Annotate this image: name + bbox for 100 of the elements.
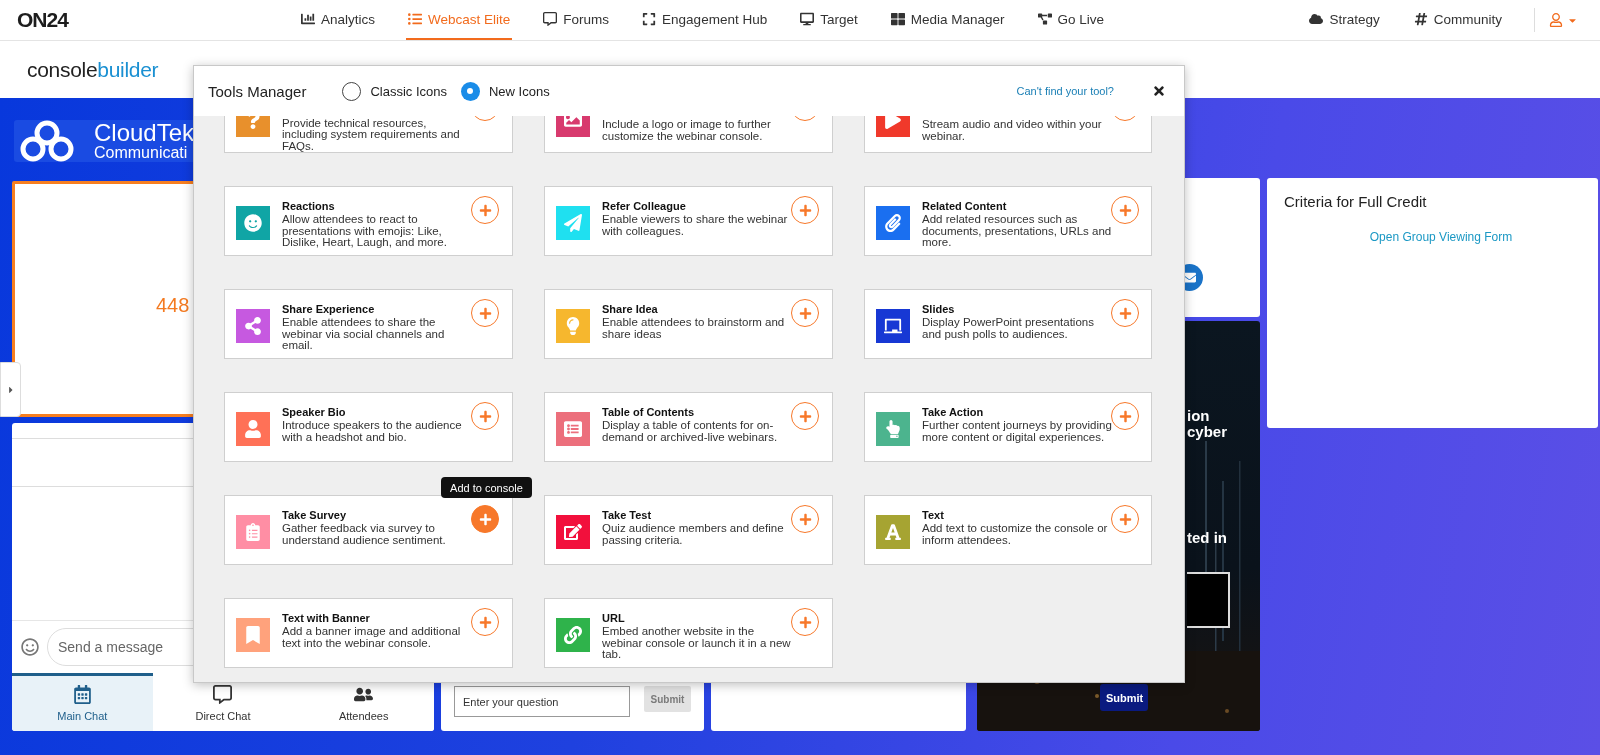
- tool-description: Enable attendees to share the webinar via social channels and email.: [282, 317, 446, 352]
- dialog-title: Tools Manager: [208, 82, 307, 100]
- tool-title: Text with Banner: [282, 611, 371, 625]
- tool-title: Related Content: [922, 199, 1008, 213]
- chart-icon: [301, 12, 315, 26]
- plus-icon: [798, 615, 812, 629]
- tool-title: Slides: [922, 302, 956, 316]
- tool-title: Text: [922, 508, 945, 522]
- tool-description: Stream audio and video within your webinar.: [922, 119, 1103, 142]
- nav-tab[interactable]: Analytics: [299, 0, 378, 40]
- nav-tab[interactable]: Target: [798, 0, 860, 40]
- add-button[interactable]: [1111, 299, 1139, 327]
- add-button[interactable]: [471, 299, 499, 327]
- input-field[interactable]: [1187, 572, 1230, 628]
- tool-description: Allow attendees to react to presentations with emojis: Like, Dislike, Heart, Laugh, and more.: [282, 214, 448, 249]
- counter-value: 448: [156, 293, 190, 317]
- plus-icon: [1118, 203, 1132, 217]
- tool-description: Display PowerPoint presentations and push polls to audiences.: [922, 317, 1095, 340]
- tool-description: Display a table of contents for on-demand or archived-live webinars.: [602, 420, 779, 443]
- nav-link[interactable]: Community: [1411, 0, 1504, 40]
- tool-title: URL: [602, 611, 626, 625]
- add-button[interactable]: [791, 196, 819, 224]
- add-button[interactable]: [791, 402, 819, 430]
- add-button[interactable]: [791, 608, 819, 636]
- add-button[interactable]: [791, 299, 819, 327]
- tool-title: Take Survey: [282, 508, 347, 522]
- promo-headline: ion: [1187, 408, 1210, 424]
- grid-icon: [890, 12, 905, 26]
- tooltip: Add to console: [441, 477, 532, 498]
- people-icon: [354, 685, 374, 704]
- comment-icon: [213, 685, 233, 704]
- tool-description: Add text to customize the console or inform attendees.: [922, 523, 1109, 546]
- tool-description: Enable viewers to share the webinar with colleagues.: [602, 214, 789, 237]
- user-menu-button[interactable]: [1534, 8, 1578, 32]
- radio-button[interactable]: [460, 81, 480, 101]
- plus-icon: [798, 203, 812, 217]
- radio-button[interactable]: [342, 81, 362, 101]
- tool-description: Introduce speakers to the audience with a headshot and bio.: [282, 420, 463, 443]
- close-button[interactable]: [1152, 84, 1166, 98]
- tool-title: Speaker Bio: [282, 405, 347, 419]
- hash-icon: [1413, 12, 1428, 26]
- add-button[interactable]: [1111, 402, 1139, 430]
- tool-description: Add related resources such as documents, presentations, URLs and more.: [922, 214, 1112, 249]
- add-button[interactable]: [791, 505, 819, 533]
- chat-tab[interactable]: Main Chat: [12, 673, 153, 731]
- add-button[interactable]: [1111, 196, 1139, 224]
- tool-title: Share Idea: [602, 302, 659, 316]
- list-icon: [408, 12, 423, 26]
- tool-title: Table of Contents: [602, 405, 696, 419]
- tool-description: Embed another website in the webinar console or launch it in a new tab.: [602, 626, 792, 661]
- tool-description: Further content journeys by providing more content or digital experiences.: [922, 420, 1112, 443]
- logo[interactable]: ON24: [17, 0, 299, 40]
- nav-tab[interactable]: Media Manager: [888, 0, 1007, 40]
- plus-icon: [478, 306, 492, 320]
- user-icon: [1549, 13, 1563, 27]
- comment-icon: [543, 12, 558, 26]
- diagram-icon: [1037, 12, 1052, 26]
- company-subtitle: Communicati: [94, 145, 189, 162]
- plus-icon: [1118, 306, 1132, 320]
- add-button[interactable]: [471, 505, 499, 533]
- tool-description: Provide technical resources, including system requirements and FAQs.: [282, 117, 461, 152]
- plus-icon: [1118, 409, 1132, 423]
- panel-title: Criteria for Full Credit: [1284, 193, 1427, 210]
- add-button[interactable]: [1111, 505, 1139, 533]
- help-link[interactable]: Can't find your tool?: [1016, 85, 1114, 97]
- tool-description: Quiz audience members and define passing criteria.: [602, 523, 785, 546]
- nav-link[interactable]: Strategy: [1307, 0, 1382, 40]
- product-logo: consolebuilder: [27, 57, 159, 82]
- company-name: CloudTek: [94, 120, 195, 146]
- nav-tab[interactable]: Forums: [541, 0, 612, 40]
- plus-icon: [798, 512, 812, 526]
- add-button[interactable]: [471, 608, 499, 636]
- plus-icon: [798, 409, 812, 423]
- nav-tab[interactable]: Go Live: [1035, 0, 1107, 40]
- radio-label[interactable]: New Icons: [488, 83, 550, 99]
- submit-button[interactable]: Submit: [1100, 684, 1148, 711]
- plus-icon: [478, 409, 492, 423]
- close-icon: [1152, 84, 1166, 98]
- monitor-icon: [800, 12, 815, 26]
- promo-headline: cyber: [1187, 424, 1228, 440]
- tool-description: Enable attendees to brainstorm and share ideas: [602, 317, 786, 340]
- question-input[interactable]: Enter your question: [454, 686, 630, 717]
- cloud-icon: [1309, 12, 1324, 26]
- nav-tab[interactable]: Engagement Hub: [640, 0, 770, 40]
- tool-description: Include a logo or image to further customize the webinar console.: [602, 119, 772, 142]
- promo-caption: ted in: [1187, 530, 1227, 546]
- emoji-icon[interactable]: [21, 638, 39, 656]
- expand-handle[interactable]: [0, 362, 21, 417]
- plus-icon: [478, 512, 492, 526]
- tool-title: Take Action: [922, 405, 985, 419]
- plus-icon: [478, 615, 492, 629]
- logo-icon: [18, 119, 76, 163]
- calendar-icon: [72, 685, 92, 704]
- add-button[interactable]: [471, 196, 499, 224]
- radio-label[interactable]: Classic Icons: [370, 83, 447, 99]
- plus-icon: [798, 306, 812, 320]
- add-button[interactable]: [471, 402, 499, 430]
- tool-title: Take Test: [602, 508, 653, 522]
- envelope-icon: [1183, 271, 1196, 284]
- tool-title: Reactions: [282, 199, 336, 213]
